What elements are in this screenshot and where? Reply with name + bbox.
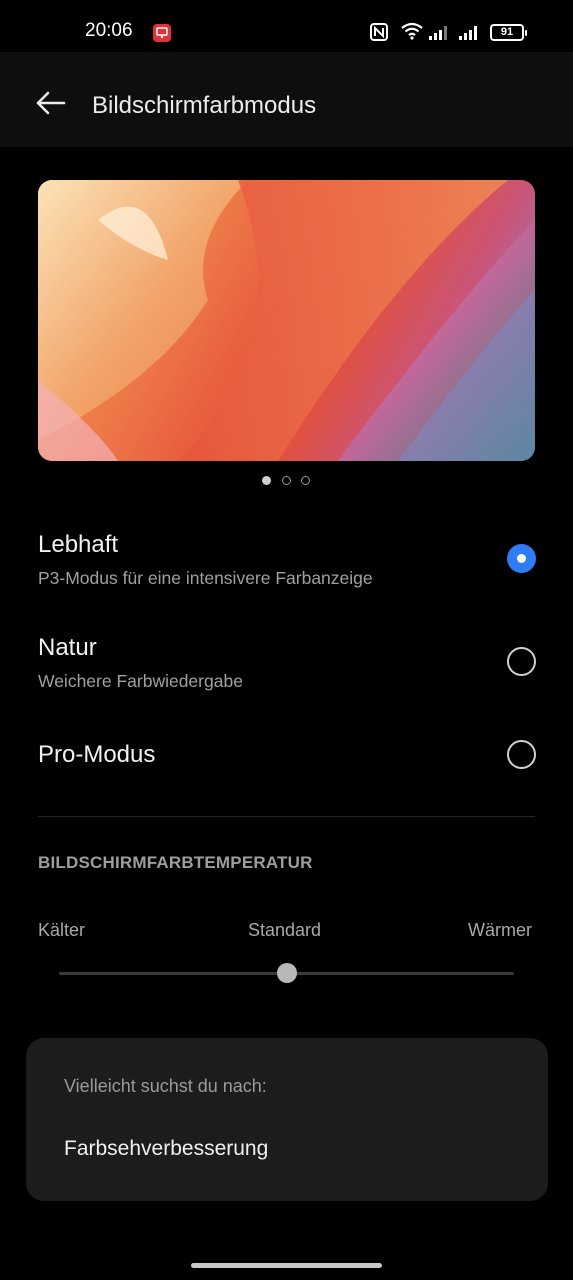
- option-lebhaft[interactable]: Lebhaft P3-Modus für eine intensivere Fa…: [0, 528, 573, 598]
- carousel-indicator: [262, 476, 312, 486]
- option-natur[interactable]: Natur Weichere Farbwiedergabe: [0, 631, 573, 701]
- option-title: Natur: [38, 634, 97, 661]
- option-subtitle: Weichere Farbwiedergabe: [38, 671, 243, 691]
- battery-icon: 91: [490, 24, 527, 41]
- page-dot: [282, 476, 291, 485]
- wifi-icon: [400, 22, 424, 45]
- nfc-icon: [370, 23, 388, 46]
- divider: [38, 816, 535, 817]
- back-button[interactable]: [34, 90, 68, 116]
- page-dot: [301, 476, 310, 485]
- radio-selected[interactable]: [507, 544, 536, 573]
- temperature-label-standard: Standard: [248, 920, 322, 940]
- signal-icon: [458, 25, 484, 46]
- radio-unselected[interactable]: [507, 740, 536, 769]
- screen-record-icon: [153, 24, 171, 42]
- option-pro-modus[interactable]: Pro-Modus: [0, 738, 573, 778]
- radio-unselected[interactable]: [507, 647, 536, 676]
- temperature-label-cooler: Kälter: [38, 920, 86, 940]
- suggestion-link[interactable]: Farbsehverbesserung: [64, 1137, 268, 1161]
- home-indicator[interactable]: [191, 1263, 382, 1268]
- status-bar: 20:06 91: [0, 0, 573, 52]
- suggestion-title: Vielleicht suchst du nach:: [64, 1076, 267, 1096]
- arrow-left-icon: [36, 91, 66, 115]
- option-title: Pro-Modus: [38, 741, 156, 768]
- option-subtitle: P3-Modus für eine intensivere Farbanzeig…: [38, 568, 373, 588]
- preview-image[interactable]: [38, 180, 535, 461]
- signal-icon: [428, 25, 452, 46]
- temperature-label-warmer: Wärmer: [468, 920, 532, 940]
- page-title: Bildschirmfarbmodus: [92, 92, 317, 119]
- app-header: Bildschirmfarbmodus: [0, 52, 573, 147]
- page-dot-active: [262, 476, 271, 485]
- status-time: 20:06: [85, 20, 133, 41]
- option-title: Lebhaft: [38, 531, 119, 558]
- suggestion-card: Vielleicht suchst du nach: Farbsehverbes…: [26, 1038, 548, 1201]
- section-header-temperature: BILDSCHIRMFARBTEMPERATUR: [38, 853, 313, 872]
- temperature-slider-thumb[interactable]: [276, 963, 297, 983]
